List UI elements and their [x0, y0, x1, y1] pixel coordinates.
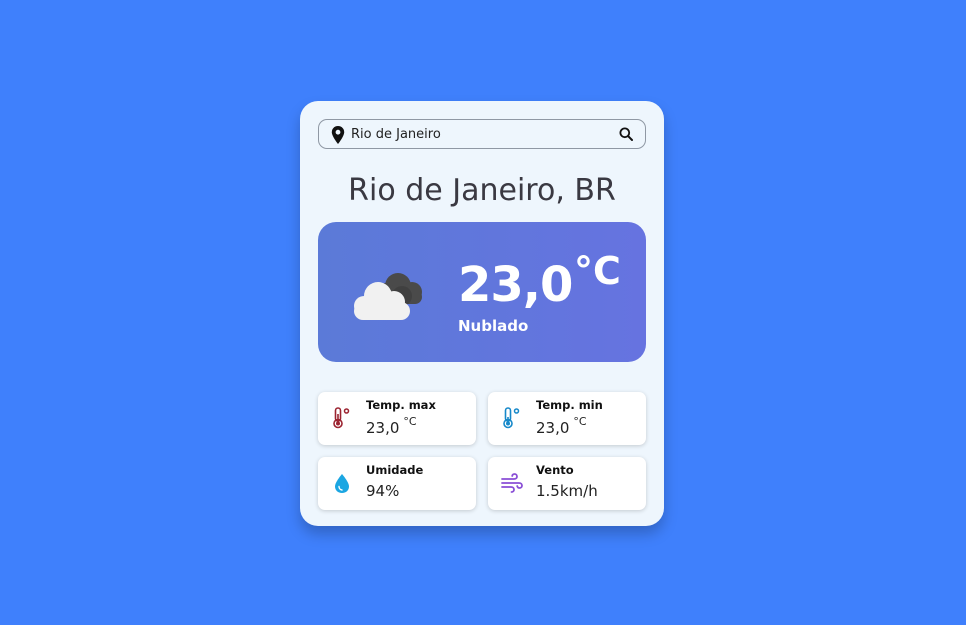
weather-card: Rio de Janeiro, BR 23,0 °C Nublado — [300, 101, 664, 526]
weather-condition: Nublado — [458, 317, 529, 335]
stat-temp-min: Temp. min 23,0 °C — [488, 392, 646, 445]
stat-wind: Vento 1.5km/h — [488, 457, 646, 510]
stat-value: 23,0 °C — [536, 415, 587, 437]
thermometer-cold-icon — [503, 407, 520, 429]
temp-min-unit: °C — [573, 415, 587, 428]
current-temperature: 23,0 — [458, 257, 573, 313]
location-pin-icon — [331, 126, 345, 144]
stat-temp-max: Temp. max 23,0 °C — [318, 392, 476, 445]
stat-humidity: Umidade 94% — [318, 457, 476, 510]
stat-value: 23,0 °C — [366, 415, 417, 437]
humidity-value: 94% — [366, 482, 400, 500]
search-icon[interactable] — [619, 127, 633, 141]
cloud-icon — [354, 273, 422, 320]
city-search-input[interactable] — [351, 124, 601, 144]
stat-label: Umidade — [366, 463, 424, 477]
temp-max-value: 23,0 — [366, 419, 400, 437]
stat-label: Temp. max — [366, 398, 436, 412]
thermometer-hot-icon — [333, 407, 350, 429]
temp-min-value: 23,0 — [536, 419, 570, 437]
wind-value: 1.5km/h — [536, 482, 598, 500]
water-drop-icon — [335, 474, 349, 493]
wind-icon — [501, 473, 523, 493]
city-title: Rio de Janeiro, BR — [348, 173, 616, 208]
search-bar[interactable] — [318, 119, 646, 149]
stat-label: Vento — [536, 463, 574, 477]
temperature-unit: °C — [574, 249, 621, 293]
temp-max-unit: °C — [403, 415, 417, 428]
current-weather-panel: 23,0 °C Nublado — [318, 222, 646, 362]
stat-label: Temp. min — [536, 398, 603, 412]
